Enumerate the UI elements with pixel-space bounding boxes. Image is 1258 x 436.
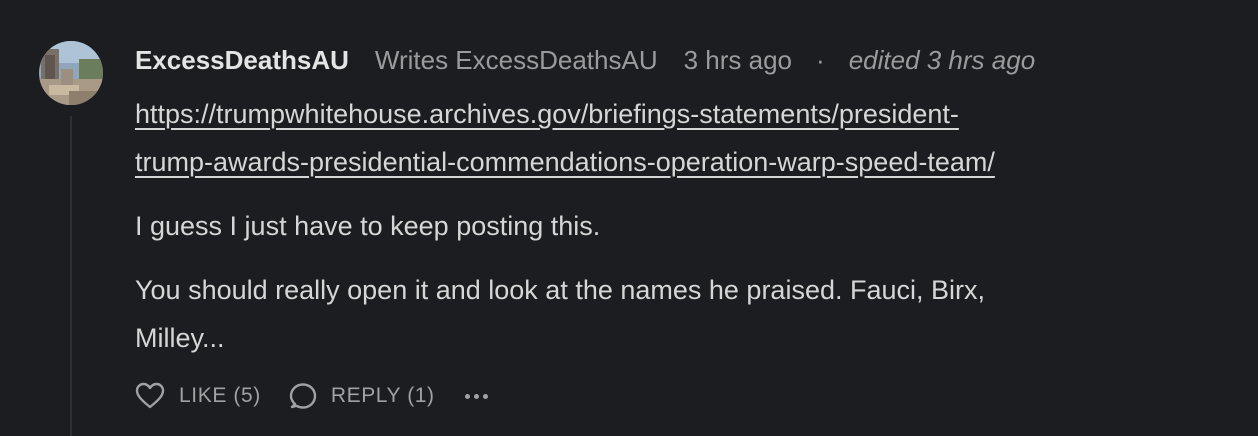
comment-body: https://trumpwhitehouse.archives.gov/bri… bbox=[135, 90, 1235, 362]
link-line-2: trump-awards-presidential-commendations-… bbox=[135, 147, 995, 177]
reply-label: REPLY (1) bbox=[330, 384, 435, 407]
comment-link[interactable]: https://trumpwhitehouse.archives.gov/bri… bbox=[135, 90, 1235, 186]
comment: ExcessDeathsAU Writes ExcessDeathsAU 3 h… bbox=[0, 0, 1258, 436]
link-line-1: https://trumpwhitehouse.archives.gov/bri… bbox=[135, 99, 959, 129]
comment-header: ExcessDeathsAU Writes ExcessDeathsAU 3 h… bbox=[135, 42, 1035, 78]
paragraph-1: I guess I just have to keep posting this… bbox=[135, 211, 601, 241]
ellipsis-icon bbox=[464, 393, 470, 399]
timestamp[interactable]: 3 hrs ago bbox=[684, 45, 792, 76]
comment-actions: LIKE (5) REPLY (1) bbox=[135, 378, 488, 414]
speech-bubble-icon bbox=[289, 383, 317, 409]
like-button[interactable]: LIKE (5) bbox=[135, 382, 261, 410]
avatar-image bbox=[39, 41, 103, 105]
edited-label: edited 3 hrs ago bbox=[848, 44, 1036, 75]
more-options-button[interactable] bbox=[464, 393, 488, 399]
paragraph-2: You should really open it and look at th… bbox=[135, 266, 1235, 362]
avatar[interactable] bbox=[39, 41, 103, 105]
author-name[interactable]: ExcessDeathsAU bbox=[135, 45, 349, 76]
separator-dot: · bbox=[816, 44, 825, 75]
thread-line bbox=[70, 116, 72, 436]
paragraph-2-line-1: You should really open it and look at th… bbox=[135, 275, 986, 305]
heart-icon bbox=[135, 382, 165, 409]
like-label: LIKE (5) bbox=[179, 384, 261, 407]
writes-label[interactable]: Writes ExcessDeathsAU bbox=[375, 45, 658, 76]
paragraph-2-line-2: Milley... bbox=[135, 323, 225, 353]
reply-button[interactable]: REPLY (1) bbox=[289, 382, 435, 410]
